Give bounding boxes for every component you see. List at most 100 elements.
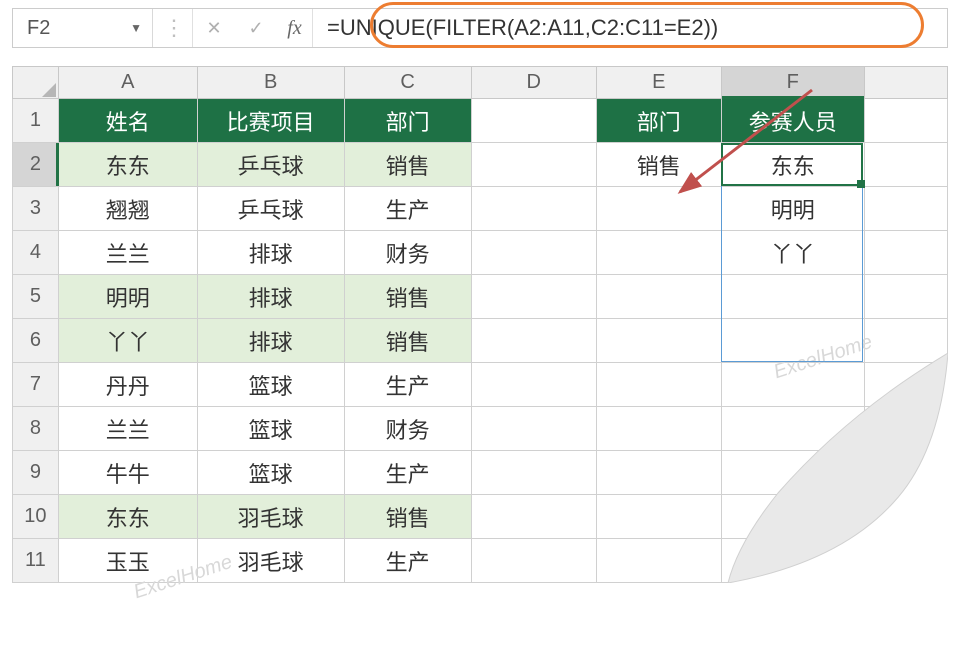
cell-E11[interactable] (596, 539, 721, 583)
cell-F5[interactable] (721, 275, 864, 319)
cell-G4[interactable] (864, 231, 947, 275)
cell-C3[interactable]: 生产 (344, 187, 471, 231)
fx-icon[interactable]: fx (277, 9, 313, 47)
select-all-corner[interactable] (13, 67, 59, 99)
cell-F7[interactable] (721, 363, 864, 407)
cell-G8[interactable] (864, 407, 947, 451)
cell-G3[interactable] (864, 187, 947, 231)
cell-A11[interactable]: 玉玉 (58, 539, 197, 583)
cell-F3[interactable]: 明明 (721, 187, 864, 231)
chevron-down-icon[interactable]: ▼ (130, 21, 142, 35)
cell-C7[interactable]: 生产 (344, 363, 471, 407)
cell-B10[interactable]: 羽毛球 (197, 495, 344, 539)
cell-B3[interactable]: 乒乓球 (197, 187, 344, 231)
row-header[interactable]: 1 (13, 99, 59, 143)
cell-B11[interactable]: 羽毛球 (197, 539, 344, 583)
cell-D11[interactable] (471, 539, 596, 583)
col-header-A[interactable]: A (58, 67, 197, 99)
cell-D10[interactable] (471, 495, 596, 539)
cell-A8[interactable]: 兰兰 (58, 407, 197, 451)
cell-D5[interactable] (471, 275, 596, 319)
cell-F8[interactable] (721, 407, 864, 451)
cell-A5[interactable]: 明明 (58, 275, 197, 319)
cell-C5[interactable]: 销售 (344, 275, 471, 319)
cell-B9[interactable]: 篮球 (197, 451, 344, 495)
cell-F1[interactable]: 参赛人员 (721, 99, 864, 143)
row-header[interactable]: 9 (13, 451, 59, 495)
cell-D1[interactable] (471, 99, 596, 143)
cell-A6[interactable]: 丫丫 (58, 319, 197, 363)
row-header[interactable]: 3 (13, 187, 59, 231)
cell-E1[interactable]: 部门 (596, 99, 721, 143)
col-header-C[interactable]: C (344, 67, 471, 99)
cell-E5[interactable] (596, 275, 721, 319)
name-box[interactable]: F2 ▼ (13, 9, 153, 47)
cell-E7[interactable] (596, 363, 721, 407)
cell-E8[interactable] (596, 407, 721, 451)
cell-A4[interactable]: 兰兰 (58, 231, 197, 275)
cell-D6[interactable] (471, 319, 596, 363)
cell-G6[interactable] (864, 319, 947, 363)
cell-F4[interactable]: 丫丫 (721, 231, 864, 275)
cell-E6[interactable] (596, 319, 721, 363)
cell-C8[interactable]: 财务 (344, 407, 471, 451)
formula-input[interactable]: =UNIQUE(FILTER(A2:A11,C2:C11=E2)) (313, 9, 947, 47)
cell-A7[interactable]: 丹丹 (58, 363, 197, 407)
cell-G9[interactable] (864, 451, 947, 495)
cell-E9[interactable] (596, 451, 721, 495)
cell-E10[interactable] (596, 495, 721, 539)
row-header[interactable]: 5 (13, 275, 59, 319)
cell-D2[interactable] (471, 143, 596, 187)
enter-check-icon[interactable]: ✓ (235, 9, 277, 47)
col-header-G[interactable] (864, 67, 947, 99)
row-header[interactable]: 6 (13, 319, 59, 363)
cell-E4[interactable] (596, 231, 721, 275)
cell-A10[interactable]: 东东 (58, 495, 197, 539)
cell-E2[interactable]: 销售 (596, 143, 721, 187)
cancel-icon[interactable]: ✕ (193, 9, 235, 47)
row-header[interactable]: 2 (13, 143, 59, 187)
row-header[interactable]: 4 (13, 231, 59, 275)
cell-C4[interactable]: 财务 (344, 231, 471, 275)
cell-G1[interactable] (864, 99, 947, 143)
cell-D3[interactable] (471, 187, 596, 231)
row-header[interactable]: 11 (13, 539, 59, 583)
row-header[interactable]: 7 (13, 363, 59, 407)
cell-G2[interactable] (864, 143, 947, 187)
cell-B4[interactable]: 排球 (197, 231, 344, 275)
cell-A3[interactable]: 翘翘 (58, 187, 197, 231)
cell-A2[interactable]: 东东 (58, 143, 197, 187)
cell-B5[interactable]: 排球 (197, 275, 344, 319)
cell-F2[interactable]: 东东 (721, 143, 864, 187)
cell-C1[interactable]: 部门 (344, 99, 471, 143)
cell-F6[interactable] (721, 319, 864, 363)
cell-F9[interactable] (721, 451, 864, 495)
cell-F11[interactable] (721, 539, 864, 583)
cell-G7[interactable] (864, 363, 947, 407)
cell-C10[interactable]: 销售 (344, 495, 471, 539)
cell-E3[interactable] (596, 187, 721, 231)
cell-D9[interactable] (471, 451, 596, 495)
cell-B6[interactable]: 排球 (197, 319, 344, 363)
col-header-D[interactable]: D (471, 67, 596, 99)
cell-G11[interactable] (864, 539, 947, 583)
cell-B8[interactable]: 篮球 (197, 407, 344, 451)
cell-D7[interactable] (471, 363, 596, 407)
cell-G10[interactable] (864, 495, 947, 539)
cell-A1[interactable]: 姓名 (58, 99, 197, 143)
cell-C2[interactable]: 销售 (344, 143, 471, 187)
cell-A9[interactable]: 牛牛 (58, 451, 197, 495)
row-header[interactable]: 10 (13, 495, 59, 539)
cell-B7[interactable]: 篮球 (197, 363, 344, 407)
cell-G5[interactable] (864, 275, 947, 319)
cell-C11[interactable]: 生产 (344, 539, 471, 583)
cell-F10[interactable] (721, 495, 864, 539)
cell-B1[interactable]: 比赛项目 (197, 99, 344, 143)
col-header-E[interactable]: E (596, 67, 721, 99)
cell-D8[interactable] (471, 407, 596, 451)
cell-D4[interactable] (471, 231, 596, 275)
cell-B2[interactable]: 乒乓球 (197, 143, 344, 187)
cell-C6[interactable]: 销售 (344, 319, 471, 363)
cell-C9[interactable]: 生产 (344, 451, 471, 495)
col-header-B[interactable]: B (197, 67, 344, 99)
